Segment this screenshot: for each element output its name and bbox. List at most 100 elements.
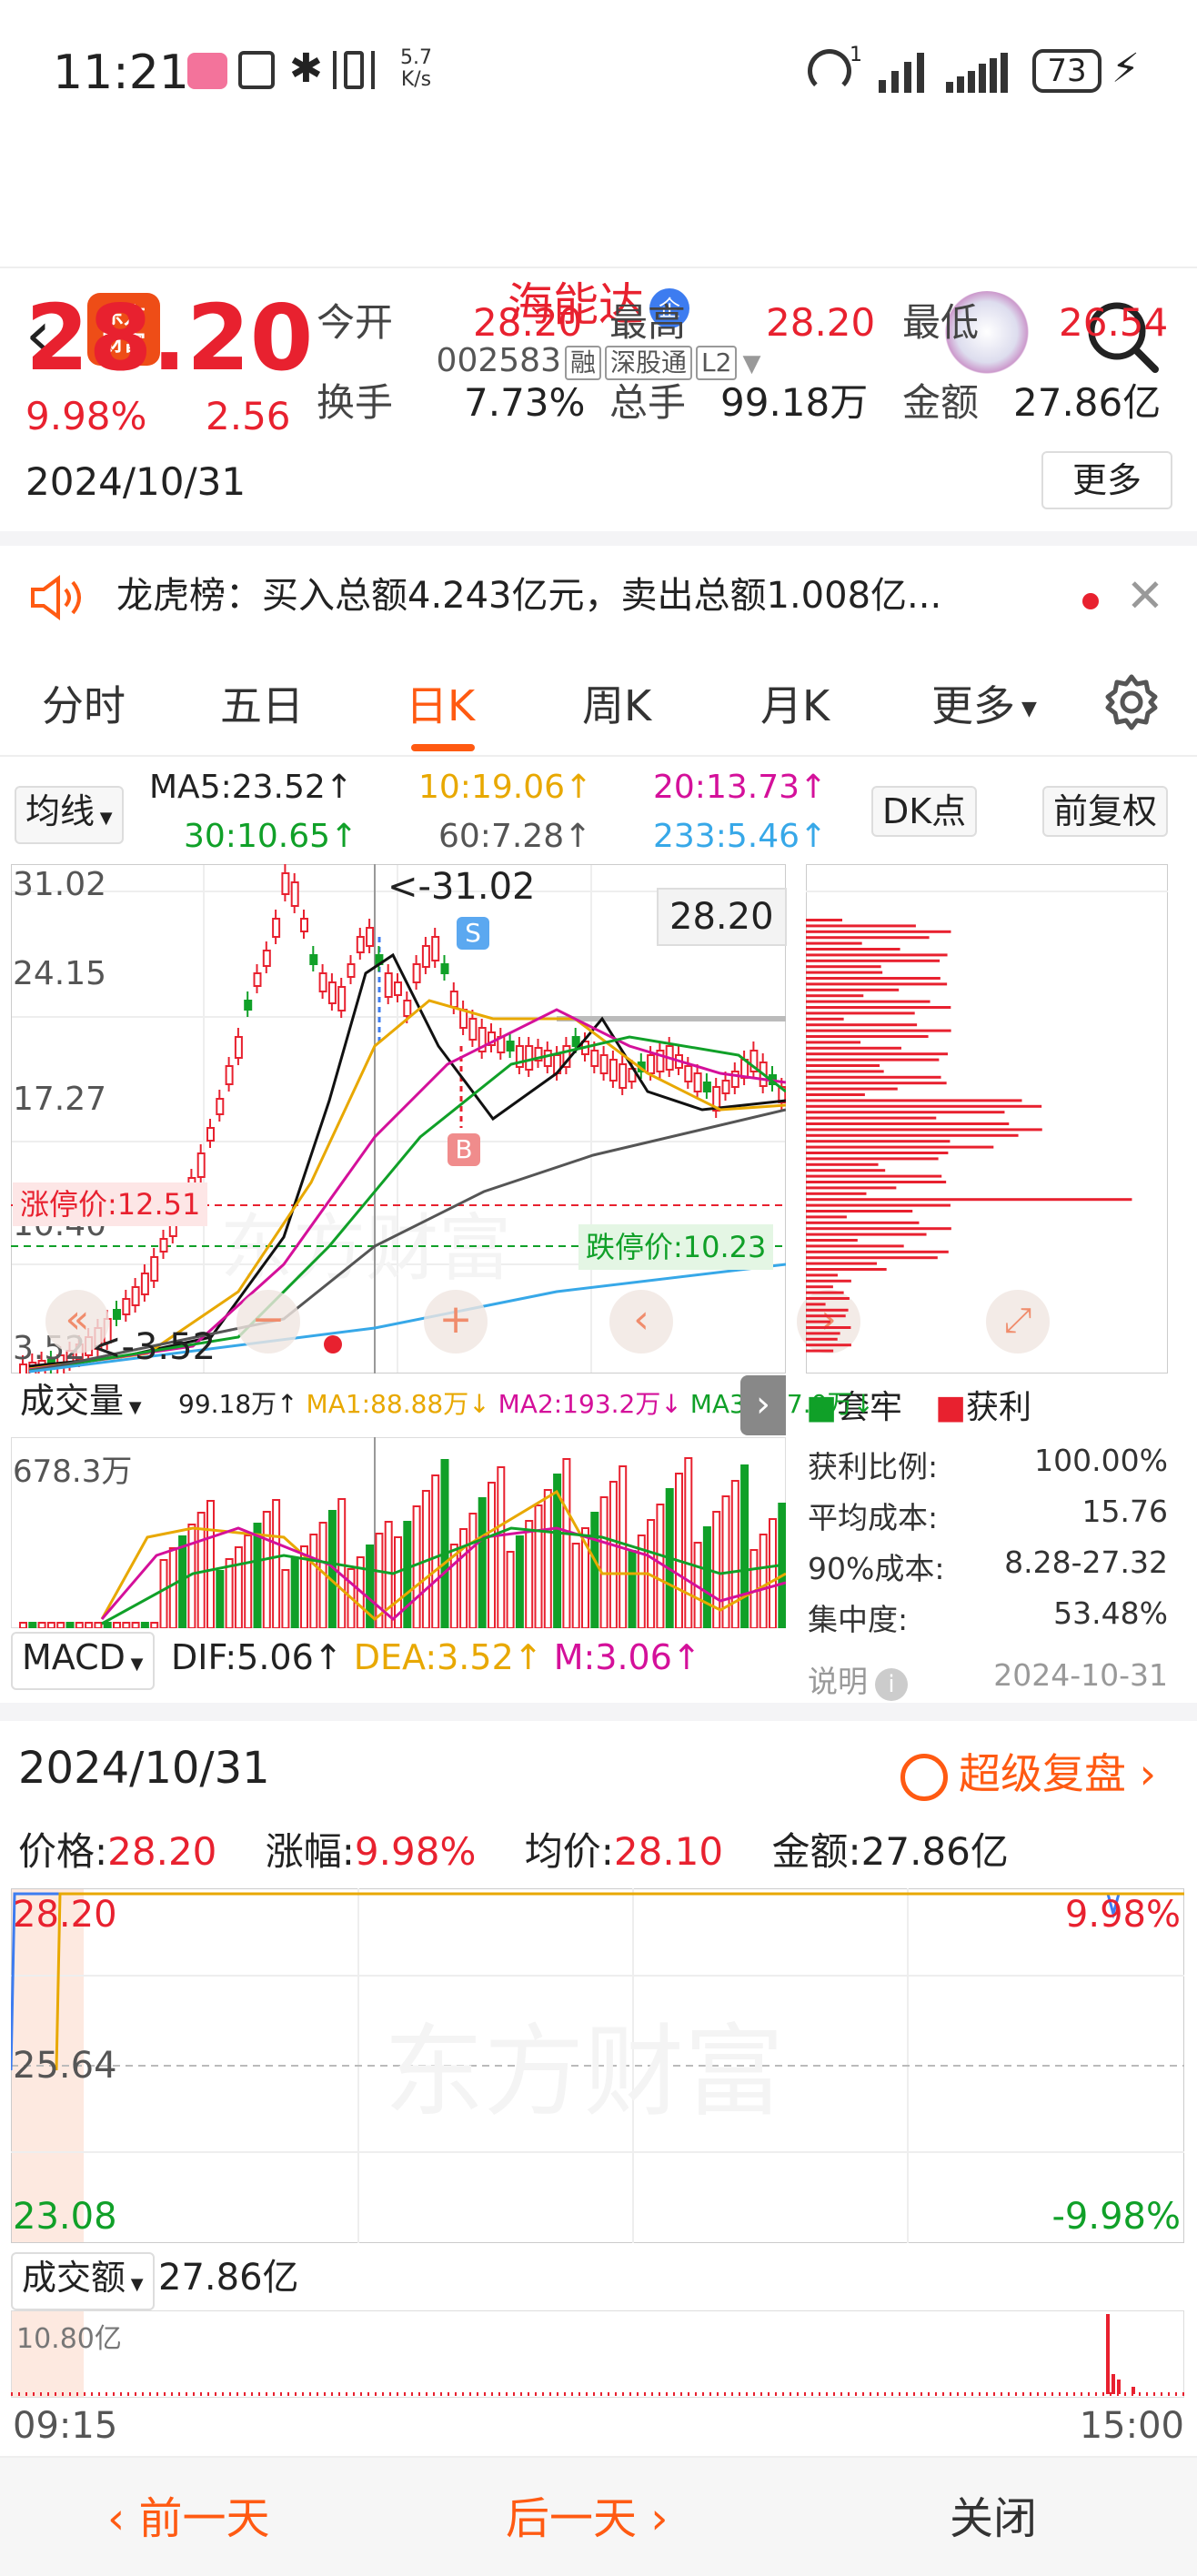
volume-bar [113,1622,121,1628]
chip-bar [806,1041,861,1044]
tab-daily-k[interactable]: 日K [406,673,475,733]
candle-body [225,1065,234,1085]
tab-five-day[interactable]: 五日 [220,673,304,733]
volume-bar [85,1622,94,1628]
candle-body [272,918,281,938]
candle-body [619,1063,628,1089]
chip-bar [806,930,951,933]
chip-bar [806,1070,884,1073]
chip-value: 100.00% [1034,1443,1168,1478]
candle-body [468,1018,478,1041]
high-marker: <-31.02 [387,866,536,908]
super-review-link[interactable]: 超级复盘 › [900,1741,1156,1801]
intraday-chart[interactable]: 东方财富 [11,1888,1184,2243]
chip-bar [806,1215,847,1219]
volume-bar [234,1546,243,1628]
buy-marker[interactable]: B [448,1133,480,1166]
volume-bar [459,1528,468,1628]
chip-bar [806,1256,938,1260]
next-day-button[interactable]: 后一天 › [506,2489,668,2549]
minus-icon[interactable]: − [236,1290,300,1353]
legend-profit: 获利 [966,1389,1032,1426]
chevron-down-icon: ▼ [126,2275,144,2294]
volume-bar [290,1557,299,1628]
chip-key: 获利比例: [808,1449,939,1484]
gear-icon[interactable] [1102,673,1161,731]
volume-bar [488,1482,496,1628]
chip-help[interactable]: 说明 i [808,1657,908,1701]
tab-weekly-k[interactable]: 周K [582,673,651,733]
volume-bar [262,1511,271,1628]
chip-bars [806,919,1132,1353]
chip-distribution-chart[interactable] [806,864,1168,1374]
candle-body [431,936,440,961]
candle-body [244,1000,253,1011]
candle-body [309,954,318,965]
volume-bar [730,1480,739,1628]
tab-monthly-k[interactable]: 月K [760,673,830,733]
macd-selector[interactable]: MACD ▼ [11,1632,155,1690]
dragon-tiger-notice[interactable]: 龙虎榜：买入总额4.243亿元，卖出总额1.008亿... ✕ [0,546,1197,646]
volume-bar [740,1464,749,1628]
candle-body [506,1041,515,1052]
active-tab-indicator [411,744,475,751]
candle-body [281,872,290,895]
expand-panel-button[interactable]: › [740,1375,786,1435]
amount-selector[interactable]: 成交额 ▼ [11,2252,155,2310]
candle-body [647,1054,656,1074]
chip-bar [806,1203,951,1207]
volume-bar [468,1513,478,1628]
volume-bar [225,1558,234,1628]
rewind-icon[interactable]: « [45,1290,109,1353]
time-end: 15:00 [1079,2405,1184,2447]
intraday-pct-top: 9.98% [1064,1894,1181,1936]
candle-body [702,1082,711,1092]
chevron-left-icon[interactable]: ‹ [609,1290,673,1353]
tab-intraday[interactable]: 分时 [42,673,126,733]
volume-bar [440,1459,449,1628]
chip-bar [806,1244,904,1248]
volume-bar [140,1622,149,1628]
chip-bar [806,1227,951,1231]
volume-bar [525,1520,534,1628]
dk-point-button[interactable]: DK点 [871,786,978,837]
volume-bar [28,1622,37,1628]
intraday-y-top: 28.20 [13,1894,117,1936]
volume-selector[interactable]: 成交量 ▼ [11,1377,151,1432]
chip-bar [806,1303,826,1306]
chip-value: 8.28-27.32 [1004,1545,1168,1580]
chip-bar [806,1221,920,1224]
limit-down-label: 跌停价:10.23 [578,1224,774,1270]
ma233-label: 233:5.46↑ [653,818,828,855]
low-marker: <-3.52 [91,1326,216,1368]
candle-body [159,1238,168,1253]
macd-values: DIF:5.06↑ DEA:3.52↑ M:3.06↑ [171,1637,701,1677]
chip-bar [806,1029,951,1032]
chip-bar [806,1116,937,1120]
more-button[interactable]: 更多 [1041,451,1172,509]
chevron-down-icon: ▼ [742,350,761,377]
chip-bar [806,1174,942,1178]
close-button[interactable]: 关闭 [950,2489,1037,2549]
candle-body [347,963,356,978]
plus-icon[interactable]: + [424,1290,488,1353]
adjust-mode-button[interactable]: 前复权 [1042,786,1169,837]
hotspot-icon [808,49,851,93]
stat-label: 总手 [609,380,687,425]
sell-marker[interactable]: S [457,917,489,950]
close-icon[interactable]: ✕ [1126,546,1164,646]
stat-label: 换手 [317,380,394,425]
chip-bar [806,1308,849,1312]
candle-body [571,1036,580,1047]
prev-day-button[interactable]: ‹ 前一天 [107,2489,269,2549]
indicator-selector[interactable]: 均线 ▼ [15,786,124,844]
chip-bar [806,1128,1042,1132]
chip-bar [806,1133,1019,1137]
chip-bar [806,1198,1132,1202]
chip-bar [806,1000,930,1003]
signal-sup: 1 [850,44,862,66]
tab-more[interactable]: 更多 ▼ [931,673,1037,733]
y-label: 24.15 [13,955,107,992]
volume-bar [431,1474,440,1628]
volume-max-label: 678.3万 [13,1454,133,1490]
